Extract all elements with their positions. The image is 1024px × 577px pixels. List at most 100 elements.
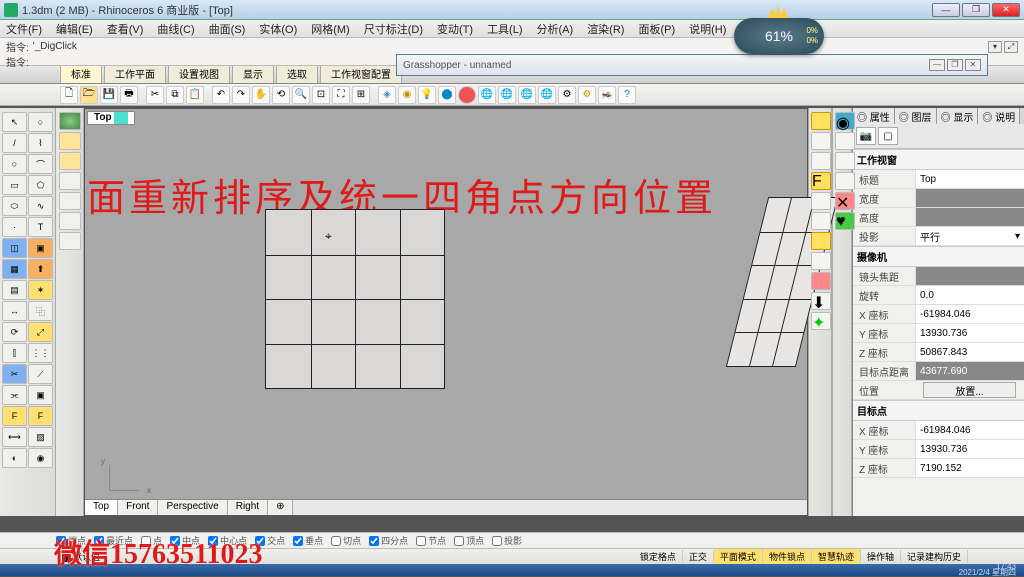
layer-icon[interactable]: ◉ (398, 86, 416, 104)
menu-surface[interactable]: 曲面(S) (209, 21, 246, 37)
gh-min[interactable]: — (929, 59, 945, 71)
polygon-icon[interactable]: ⬠ (28, 175, 53, 195)
osnap-vertex[interactable]: 顶点 (454, 534, 484, 547)
val-x[interactable]: -61984.046 (915, 305, 1024, 323)
rtb5-icon[interactable]: ✕ (835, 192, 855, 210)
viewport-label[interactable]: Top (87, 111, 135, 125)
props-icon[interactable] (59, 232, 81, 250)
material-icon[interactable]: ▢ (878, 127, 898, 145)
menu-tools[interactable]: 工具(L) (487, 21, 522, 37)
export-icon[interactable] (59, 192, 81, 210)
vtab-front[interactable]: Front (118, 500, 158, 515)
rptab-display[interactable]: ◎ 显示 (936, 108, 979, 124)
cmd-expand-icon[interactable]: ⤢ (1004, 41, 1018, 53)
osnap-project[interactable]: 投影 (492, 534, 522, 547)
menu-mesh[interactable]: 网格(M) (311, 21, 350, 37)
val-proj[interactable]: 平行▾ (915, 227, 1024, 245)
pts-on-icon[interactable]: F (2, 406, 27, 426)
save-icon[interactable]: 💾 (100, 86, 118, 104)
val-z[interactable]: 50867.843 (915, 343, 1024, 361)
open-icon[interactable]: 🗁 (80, 86, 98, 104)
solid-icon[interactable]: ▣ (28, 238, 53, 258)
rtb2-icon[interactable] (835, 132, 855, 150)
array-icon[interactable]: ⋮⋮ (28, 343, 53, 363)
zoom-sel-icon[interactable]: ⊡ (312, 86, 330, 104)
sb-planar[interactable]: 平面模式 (714, 549, 763, 564)
rt10-icon[interactable]: ⬇ (811, 292, 831, 310)
viewport[interactable]: Top 面重新排序及统一四角点方向位置 ⌖ y x Top Front Pers… (84, 108, 808, 516)
print-icon[interactable]: 🖶 (120, 86, 138, 104)
point-icon[interactable]: · (2, 217, 27, 237)
rt1-icon[interactable] (811, 112, 831, 130)
undo-icon[interactable]: ↶ (212, 86, 230, 104)
sb-gumball[interactable]: 操作轴 (861, 550, 901, 563)
vtab-top[interactable]: Top (85, 500, 118, 515)
paste-icon[interactable]: 📋 (186, 86, 204, 104)
rptab-layers[interactable]: ◎ 图层 (894, 108, 937, 124)
globe3-icon[interactable]: 🌐 (518, 86, 536, 104)
mirror-icon[interactable]: ⫿ (2, 343, 27, 363)
pointer-icon[interactable]: ↖ (2, 112, 27, 132)
scale-icon[interactable]: ⤢ (28, 322, 53, 342)
light-icon[interactable]: 💡 (418, 86, 436, 104)
arc-icon[interactable]: ⌒ (28, 154, 53, 174)
layers-icon[interactable] (59, 212, 81, 230)
rt7-icon[interactable] (811, 232, 831, 250)
globe1-icon[interactable]: 🌐 (478, 86, 496, 104)
sb-smart[interactable]: 智慧轨迹 (812, 549, 861, 564)
cplane-icon[interactable]: ◈ (378, 86, 396, 104)
options-icon[interactable]: ⚙ (558, 86, 576, 104)
rotate-icon[interactable]: ⟲ (272, 86, 290, 104)
maximize-button[interactable]: ❐ (962, 3, 990, 17)
vtab-right[interactable]: Right (228, 500, 268, 515)
rtb3-icon[interactable] (835, 152, 855, 170)
rt9-icon[interactable] (811, 272, 831, 290)
osnap-quad[interactable]: 四分点 (369, 534, 408, 547)
osnap-knot[interactable]: 节点 (416, 534, 446, 547)
val-title[interactable]: Top (915, 170, 1024, 188)
render2-icon[interactable]: ◉ (28, 448, 53, 468)
rptab-props[interactable]: ◎ 属性 (853, 108, 895, 124)
menu-solid[interactable]: 实体(O) (259, 21, 297, 37)
four-view-icon[interactable]: ⊞ (352, 86, 370, 104)
grasshopper-icon[interactable]: 🦗 (598, 86, 616, 104)
tab-viewport[interactable]: 工作视窗配置 (320, 66, 402, 83)
rtb1-icon[interactable]: ◉ (835, 112, 855, 130)
ellipse-icon[interactable]: ⬭ (2, 196, 27, 216)
grasshopper-titlebar[interactable]: Grasshopper - unnamed —❐✕ (396, 54, 988, 76)
line-icon[interactable]: ⌇ (28, 133, 53, 153)
text-icon[interactable]: T (28, 217, 53, 237)
import-icon[interactable] (59, 172, 81, 190)
sb-osnap[interactable]: 物件锁点 (763, 549, 812, 564)
shade-icon[interactable] (458, 86, 476, 104)
box-icon[interactable]: ▦ (2, 259, 27, 279)
folder-icon[interactable] (59, 152, 81, 170)
folder-open-icon[interactable] (59, 132, 81, 150)
close-button[interactable]: ✕ (992, 3, 1020, 17)
rt4-icon[interactable]: F (811, 172, 831, 190)
minimize-button[interactable]: — (932, 3, 960, 17)
tab-display[interactable]: 显示 (232, 66, 274, 83)
rt3-icon[interactable] (811, 152, 831, 170)
rtb6-icon[interactable]: ♥ (835, 212, 855, 230)
hatch-icon[interactable]: ▨ (28, 427, 53, 447)
sb-ortho[interactable]: 正交 (683, 550, 714, 563)
rtb4-icon[interactable] (835, 172, 855, 190)
chevron-down-icon[interactable] (114, 112, 128, 124)
rt6-icon[interactable] (811, 212, 831, 230)
circle-icon[interactable]: ○ (2, 154, 27, 174)
gear-icon[interactable]: ⚙ (578, 86, 596, 104)
move-icon[interactable]: ↔ (2, 301, 27, 321)
val-ty[interactable]: 13930.736 (915, 440, 1024, 458)
tab-setview[interactable]: 设置视图 (168, 66, 230, 83)
group-icon[interactable]: ▣ (28, 385, 53, 405)
mesh-icon[interactable]: ▤ (2, 280, 27, 300)
polyline-icon[interactable]: / (2, 133, 27, 153)
trim-icon[interactable]: ✂ (2, 364, 27, 384)
menu-render[interactable]: 渲染(R) (587, 21, 624, 37)
menu-edit[interactable]: 编辑(E) (56, 21, 93, 37)
lasso-icon[interactable]: ○ (28, 112, 53, 132)
zoom-icon[interactable]: 🔍 (292, 86, 310, 104)
val-rot[interactable]: 0.0 (915, 286, 1024, 304)
osnap-perp[interactable]: 垂点 (293, 534, 323, 547)
